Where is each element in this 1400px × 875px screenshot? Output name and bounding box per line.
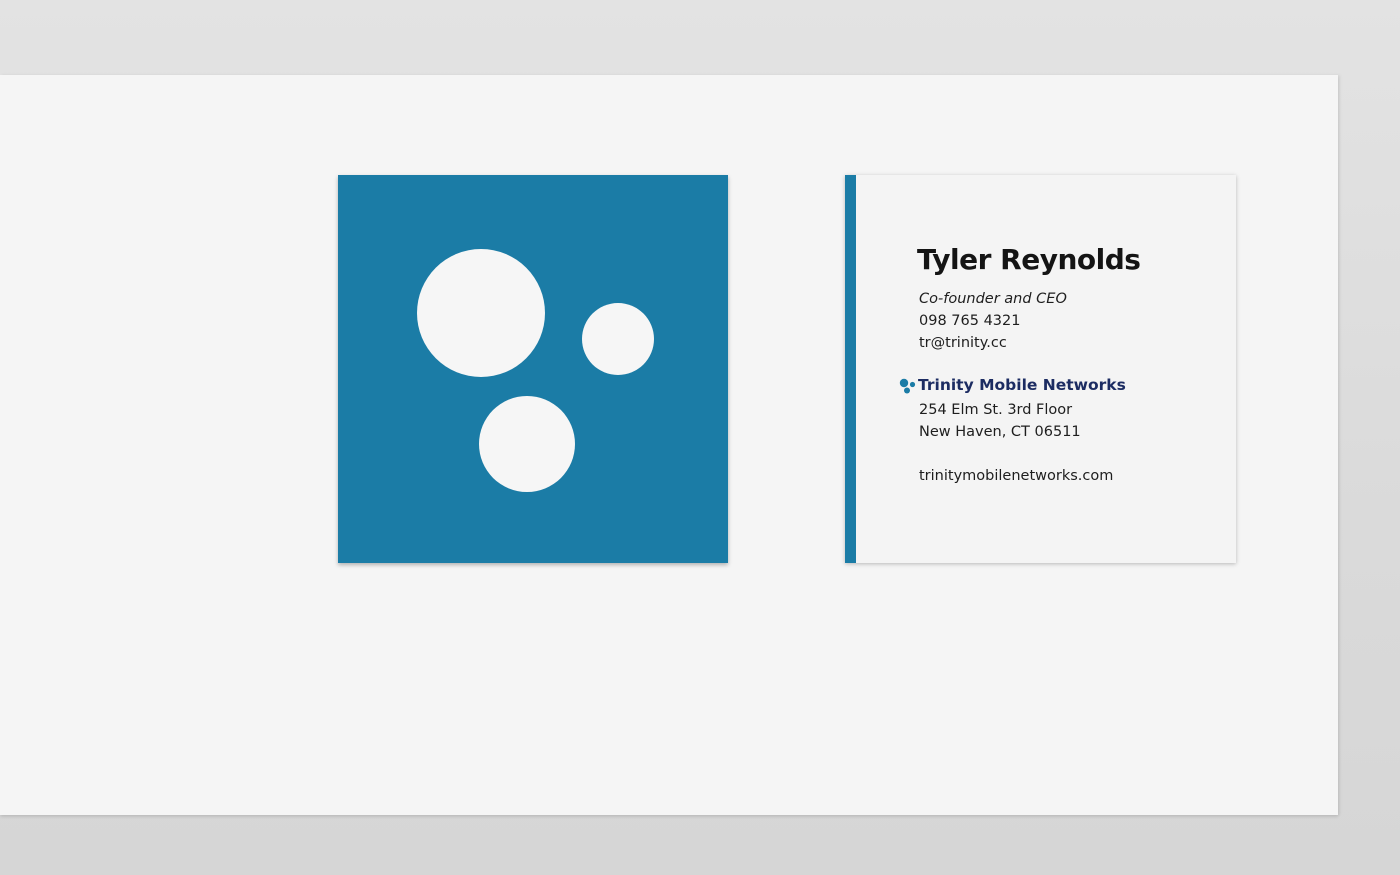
address-line-2: New Haven, CT 06511 — [919, 424, 1081, 440]
accent-stripe — [845, 175, 856, 563]
company-name: Trinity Mobile Networks — [918, 376, 1126, 394]
contact-email: tr@trinity.cc — [919, 335, 1007, 351]
three-circles-logo-icon — [417, 249, 654, 492]
company-website: trinitymobilenetworks.com — [919, 468, 1114, 484]
three-dots-logo-icon — [899, 378, 916, 394]
contact-role: Co-founder and CEO — [919, 291, 1067, 307]
business-card-back: Tyler Reynolds Co-founder and CEO 098 76… — [845, 175, 1236, 563]
contact-name: Tyler Reynolds — [917, 243, 1141, 276]
contact-phone: 098 765 4321 — [919, 313, 1021, 329]
address-line-1: 254 Elm St. 3rd Floor — [919, 402, 1073, 418]
business-card-front — [338, 175, 728, 563]
